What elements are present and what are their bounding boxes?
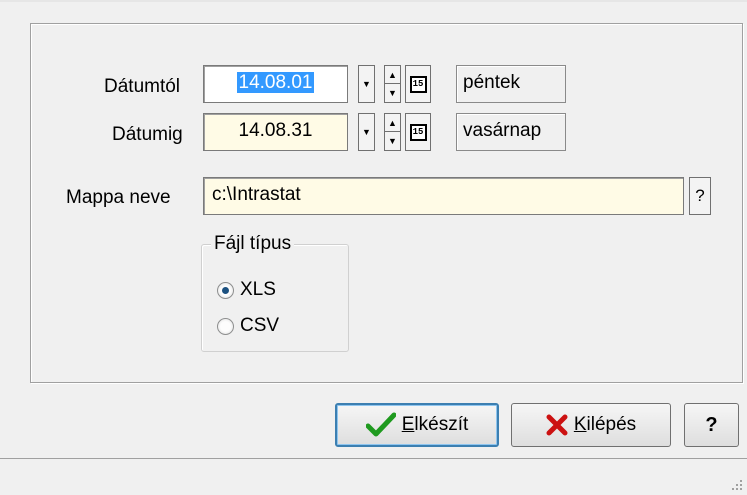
spin-up-icon[interactable]: ▲ bbox=[385, 114, 400, 132]
date-to-calendar-button[interactable]: 15 bbox=[405, 113, 431, 151]
calendar-icon: 15 bbox=[409, 75, 427, 93]
date-from-calendar-button[interactable]: 15 bbox=[405, 65, 431, 103]
radio-unchecked-icon[interactable] bbox=[217, 317, 234, 335]
create-button-label: Elkészít bbox=[401, 414, 469, 435]
calendar-icon: 15 bbox=[409, 123, 427, 141]
folder-name-input[interactable]: c:\Intrastat bbox=[203, 177, 684, 215]
file-type-legend: Fájl típus bbox=[211, 233, 295, 255]
folder-name-label: Mappa neve bbox=[66, 187, 171, 208]
radio-xls-label: XLS bbox=[240, 279, 276, 300]
spin-up-icon[interactable]: ▲ bbox=[385, 66, 400, 84]
folder-browse-button[interactable]: ? bbox=[689, 177, 711, 215]
help-button[interactable]: ? bbox=[684, 403, 739, 447]
date-from-spinner[interactable]: ▲ ▼ bbox=[384, 65, 401, 103]
status-bar bbox=[0, 458, 747, 495]
chevron-down-icon: ▼ bbox=[362, 78, 371, 89]
radio-csv-label: CSV bbox=[240, 315, 280, 336]
date-to-input[interactable]: 14.08.31 bbox=[203, 113, 348, 151]
date-to-value: 14.08.31 bbox=[238, 120, 313, 141]
date-from-dropdown-button[interactable]: ▼ bbox=[358, 65, 375, 103]
close-icon bbox=[546, 414, 568, 436]
radio-checked-icon[interactable] bbox=[217, 281, 234, 299]
radio-csv[interactable]: CSV bbox=[217, 315, 279, 337]
spin-down-icon[interactable]: ▼ bbox=[385, 132, 400, 150]
radio-xls[interactable]: XLS bbox=[217, 279, 276, 301]
date-from-input[interactable]: 14.08.01 bbox=[203, 65, 348, 103]
create-button[interactable]: Elkészít bbox=[335, 403, 499, 447]
exit-button-label: Kilépés bbox=[573, 414, 637, 435]
resize-grip-icon[interactable] bbox=[731, 479, 743, 491]
date-from-value: 14.08.01 bbox=[236, 72, 315, 93]
date-from-label: Dátumtól bbox=[104, 76, 181, 97]
dialog-top-border bbox=[0, 0, 747, 2]
dialog-window: Dátumtól 14.08.01 ▼ ▲ ▼ 15 péntek Dátumi… bbox=[0, 0, 747, 495]
spin-down-icon[interactable]: ▼ bbox=[385, 84, 400, 102]
chevron-down-icon: ▼ bbox=[362, 126, 371, 137]
checkmark-icon bbox=[365, 412, 396, 437]
date-from-weekday: péntek bbox=[456, 65, 566, 103]
date-to-spinner[interactable]: ▲ ▼ bbox=[384, 113, 401, 151]
date-to-dropdown-button[interactable]: ▼ bbox=[358, 113, 375, 151]
date-to-label: Dátumig bbox=[112, 124, 183, 145]
date-to-weekday: vasárnap bbox=[456, 113, 566, 151]
exit-button[interactable]: Kilépés bbox=[511, 403, 671, 447]
